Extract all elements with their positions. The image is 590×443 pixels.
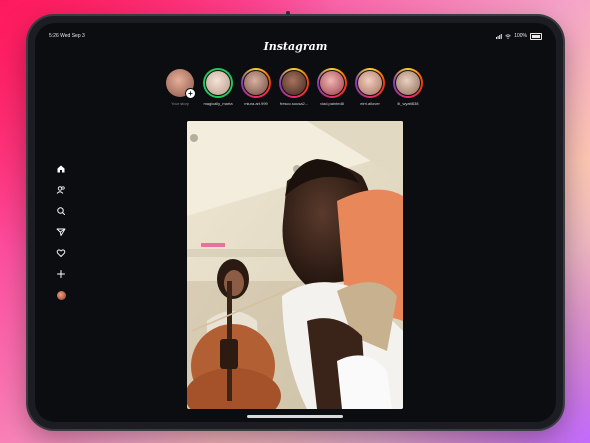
avatar xyxy=(395,70,421,96)
sidebar-item-notifications[interactable] xyxy=(55,247,67,259)
story-name: miura.art.999 xyxy=(244,101,268,106)
story-ring: + xyxy=(165,68,196,99)
app-logo[interactable]: Instagram xyxy=(35,40,556,53)
profile-avatar xyxy=(56,290,66,300)
sidebar-item-friends[interactable] xyxy=(55,184,67,196)
story-name: eirri.allover xyxy=(360,101,380,106)
avatar xyxy=(205,70,231,96)
story-ring xyxy=(355,68,385,98)
avatar xyxy=(357,70,383,96)
feed-post-image[interactable] xyxy=(187,121,403,409)
app-screen: 5:26 Wed Sep 3 100% Instagram + Your sto… xyxy=(35,23,556,422)
story-ring xyxy=(241,68,271,98)
story-name: lil_wyatt838 xyxy=(397,101,419,106)
add-story-icon[interactable]: + xyxy=(185,88,196,99)
home-indicator[interactable] xyxy=(247,415,343,418)
search-icon xyxy=(57,207,65,215)
status-time: 5:26 xyxy=(49,33,59,39)
sidebar-item-create[interactable] xyxy=(55,268,67,280)
sidebar-nav xyxy=(53,163,69,301)
story-item[interactable]: lil_wyatt838 xyxy=(392,68,424,118)
heart-icon xyxy=(56,249,66,257)
status-right: 100% xyxy=(496,32,542,40)
story-item[interactable]: eirri.allover xyxy=(354,68,386,118)
wifi-icon xyxy=(505,33,511,39)
story-name: magically_marta xyxy=(203,101,233,106)
people-icon xyxy=(56,186,65,194)
avatar xyxy=(281,70,307,96)
stories-tray: + Your story magically_marta miura.art.9… xyxy=(164,68,424,118)
ipad-frame: 5:26 Wed Sep 3 100% Instagram + Your sto… xyxy=(28,11,563,429)
sidebar-item-profile[interactable] xyxy=(55,289,67,301)
story-item[interactable]: fresco.sousa2... xyxy=(278,68,310,118)
story-name: vlad.painted8 xyxy=(320,101,344,106)
battery-icon xyxy=(530,32,542,40)
story-item[interactable]: magically_marta xyxy=(202,68,234,118)
post-photo xyxy=(187,121,403,409)
avatar xyxy=(243,70,269,96)
status-left: 5:26 Wed Sep 3 xyxy=(49,33,85,39)
avatar xyxy=(319,70,345,96)
story-name: Your story xyxy=(171,101,189,106)
front-camera xyxy=(286,11,290,15)
sidebar-item-messages[interactable] xyxy=(55,226,67,238)
story-ring xyxy=(317,68,347,98)
status-date: Wed Sep 3 xyxy=(60,33,85,39)
send-icon xyxy=(56,228,66,236)
story-own[interactable]: + Your story xyxy=(164,68,196,118)
story-item[interactable]: miura.art.999 xyxy=(240,68,272,118)
signal-icon xyxy=(496,33,503,39)
battery-percent: 100% xyxy=(514,33,527,39)
sidebar-item-search[interactable] xyxy=(55,205,67,217)
story-ring xyxy=(279,68,309,98)
story-item[interactable]: vlad.painted8 xyxy=(316,68,348,118)
story-ring xyxy=(203,68,233,98)
home-icon xyxy=(57,165,65,173)
sidebar-item-home[interactable] xyxy=(55,163,67,175)
story-ring xyxy=(393,68,423,98)
plus-icon xyxy=(57,270,65,278)
story-name: fresco.sousa2... xyxy=(279,101,309,106)
